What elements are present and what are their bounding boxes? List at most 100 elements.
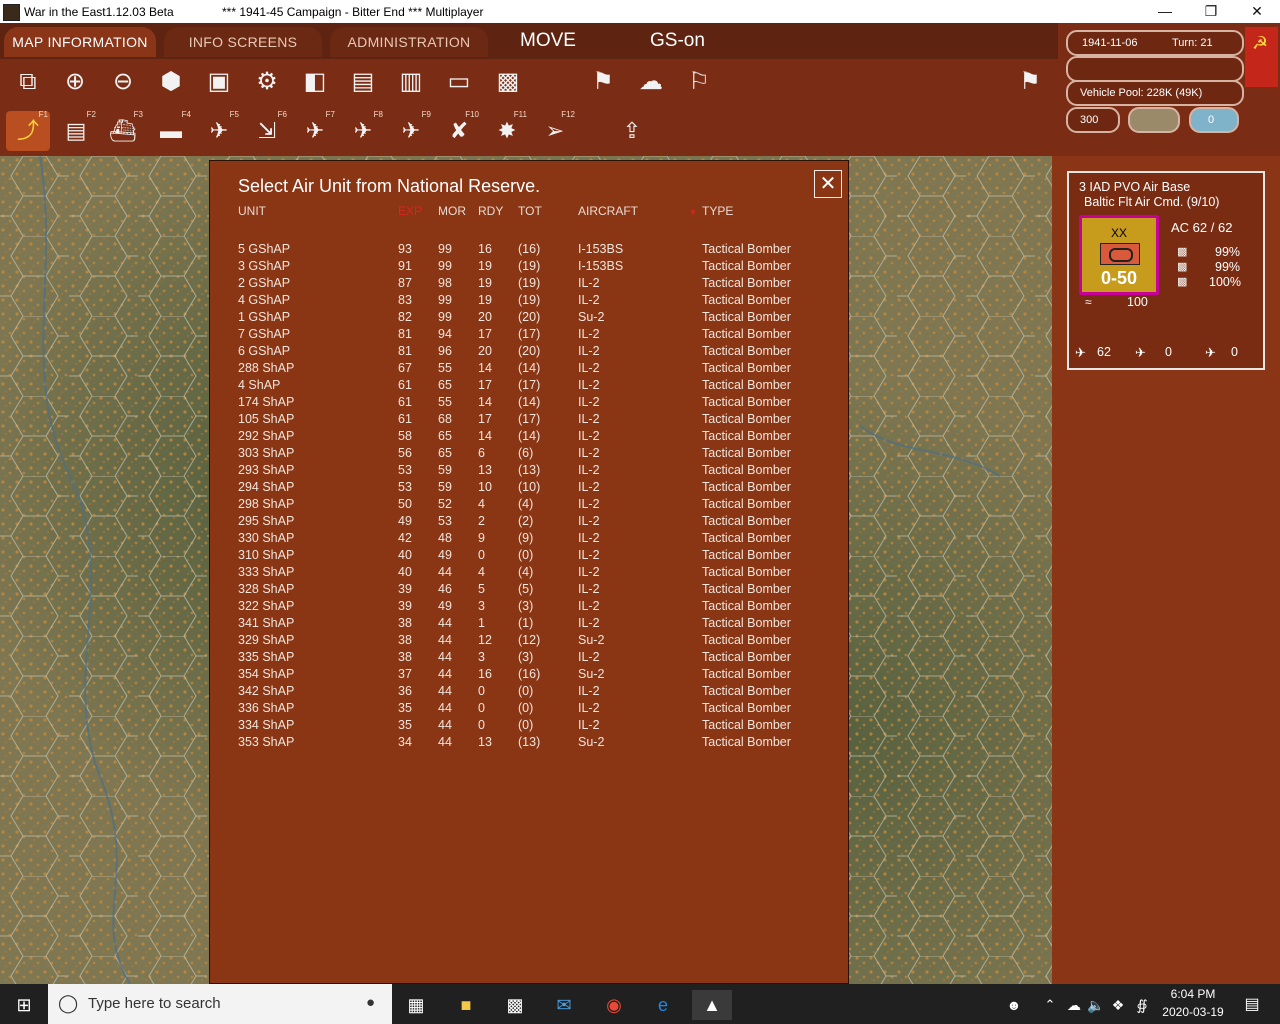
table-row[interactable]: 298 ShAP 50 52 4 (4) IL-2 Tactical Bomber <box>210 497 848 514</box>
wifi-icon[interactable]: ∯ <box>1122 990 1162 1020</box>
app-icon <box>3 4 20 21</box>
store-icon[interactable]: ▩ <box>495 990 535 1020</box>
f3-button[interactable]: ⛴ F3 <box>101 110 145 151</box>
table-row[interactable]: 1 GShAP 82 99 20 (20) Su-2 Tactical Bomber <box>210 310 848 327</box>
f2-button[interactable]: ▤ F2 <box>54 110 98 151</box>
notifications-icon[interactable]: ▤ <box>1232 990 1272 1020</box>
table-row[interactable]: 2 GShAP 87 98 19 (19) IL-2 Tactical Bomber <box>210 276 848 293</box>
tab-administration[interactable]: ADMINISTRATION <box>330 27 488 57</box>
game-taskbar-icon[interactable]: ▲ <box>692 990 732 1020</box>
f5-button[interactable]: ✈ F5 <box>197 110 241 151</box>
table-row[interactable]: 330 ShAP 42 48 9 (9) IL-2 Tactical Bomber <box>210 531 848 548</box>
table-row[interactable]: 334 ShAP 35 44 0 (0) IL-2 Tactical Bomber <box>210 718 848 735</box>
table-row[interactable]: 328 ShAP 39 46 5 (5) IL-2 Tactical Bomber <box>210 582 848 599</box>
counter-display[interactable]: 0 <box>1189 107 1239 133</box>
table-row[interactable]: 4 ShAP 61 65 17 (17) IL-2 Tactical Bomber <box>210 378 848 395</box>
f7-button[interactable]: ✈ F7 <box>293 110 337 151</box>
table-row[interactable]: 105 ShAP 61 68 17 (17) IL-2 Tactical Bomber <box>210 412 848 429</box>
file-explorer-icon[interactable]: ■ <box>446 990 486 1020</box>
terrain-thumbnail[interactable] <box>1128 107 1180 133</box>
f8-key: F8 <box>373 110 383 119</box>
table-row[interactable]: 292 ShAP 58 65 14 (14) IL-2 Tactical Bomber <box>210 429 848 446</box>
f12-button[interactable]: ➢ F12 <box>533 110 577 151</box>
table-row[interactable]: 295 ShAP 49 53 2 (2) IL-2 Tactical Bomber <box>210 514 848 531</box>
f11-button[interactable]: ✸ F11 <box>485 110 529 151</box>
table-row[interactable]: 329 ShAP 38 44 12 (12) Su-2 Tactical Bomber <box>210 633 848 650</box>
table-row[interactable]: 353 ShAP 34 44 13 (13) Su-2 Tactical Bomber <box>210 735 848 752</box>
col-header-mor[interactable]: MOR <box>438 204 466 218</box>
f8-button[interactable]: ✈ F8 <box>341 110 385 151</box>
table-row[interactable]: 288 ShAP 67 55 14 (14) IL-2 Tactical Bomber <box>210 361 848 378</box>
f10-button[interactable]: ✘ F10 <box>437 110 481 151</box>
microphone-icon[interactable]: ● <box>366 994 375 1011</box>
col-header-aircraft[interactable]: AIRCRAFT <box>578 204 638 218</box>
table-row[interactable]: 342 ShAP 36 44 0 (0) IL-2 Tactical Bomber <box>210 684 848 701</box>
col-header-type[interactable]: TYPE <box>702 204 733 218</box>
pennant-icon[interactable]: ⚐ <box>679 63 719 101</box>
table-row[interactable]: 7 GShAP 81 94 17 (17) IL-2 Tactical Bomber <box>210 327 848 344</box>
table-row[interactable]: 4 GShAP 83 99 19 (19) IL-2 Tactical Bomber <box>210 293 848 310</box>
table-row[interactable]: 322 ShAP 39 49 3 (3) IL-2 Tactical Bomber <box>210 599 848 616</box>
table-row[interactable]: 294 ShAP 53 59 10 (10) IL-2 Tactical Bomber <box>210 480 848 497</box>
table-row[interactable]: 341 ShAP 38 44 1 (1) IL-2 Tactical Bomber <box>210 616 848 633</box>
display-icon[interactable]: ▤ <box>343 63 383 101</box>
end-turn-flags-icon[interactable]: ⚑ <box>1010 63 1050 101</box>
zoom-in-icon[interactable]: ⊕ <box>55 63 95 101</box>
row-aircraft: IL-2 <box>578 293 600 307</box>
row-type: Tactical Bomber <box>702 463 791 477</box>
task-view-icon[interactable]: ▦ <box>396 990 436 1020</box>
tab-map-information[interactable]: MAP INFORMATION <box>4 27 156 57</box>
frame-icon[interactable]: ▣ <box>199 63 239 101</box>
col-header-tot[interactable]: TOT <box>518 204 542 218</box>
table-row[interactable]: 336 ShAP 35 44 0 (0) IL-2 Tactical Bomber <box>210 701 848 718</box>
minimize-icon[interactable]: — <box>1142 0 1188 23</box>
unit-counter[interactable]: XX 0-50 <box>1079 215 1159 295</box>
hexes-icon[interactable]: ⬢ <box>151 63 191 101</box>
table-row[interactable]: 293 ShAP 53 59 13 (13) IL-2 Tactical Bomber <box>210 463 848 480</box>
row-tot: (13) <box>518 463 541 477</box>
people-icon[interactable]: ☻ <box>994 990 1034 1020</box>
table-row[interactable]: 5 GShAP 93 99 16 (16) I-153BS Tactical Bomber <box>210 242 848 259</box>
edge-icon[interactable]: e <box>643 990 683 1020</box>
f6-button[interactable]: ⇲ F6 <box>245 110 289 151</box>
table-row[interactable]: 303 ShAP 56 65 6 (6) IL-2 Tactical Bomber <box>210 446 848 463</box>
row-type: Tactical Bomber <box>702 429 791 443</box>
zoom-out-icon[interactable]: ⊖ <box>103 63 143 101</box>
table-row[interactable]: 333 ShAP 40 44 4 (4) IL-2 Tactical Bomber <box>210 565 848 582</box>
col-header-unit[interactable]: UNIT <box>238 204 266 218</box>
row-unit: 4 ShAP <box>238 378 281 392</box>
table-row[interactable]: 310 ShAP 40 49 0 (0) IL-2 Tactical Bomber <box>210 548 848 565</box>
rectangle-icon[interactable]: ▭ <box>439 63 479 101</box>
windows-icon[interactable]: ⧉ <box>8 63 48 101</box>
table-row[interactable]: 174 ShAP 61 55 14 (14) IL-2 Tactical Bomber <box>210 395 848 412</box>
clock-time[interactable]: 6:04 PM <box>1160 987 1226 1001</box>
f9-button[interactable]: ✈ F9 <box>389 110 433 151</box>
start-icon[interactable]: ⊞ <box>4 990 44 1020</box>
factory-icon[interactable]: ▥ <box>391 63 431 101</box>
row-mor: 99 <box>438 293 452 307</box>
gear-icon[interactable]: ⚙ <box>247 63 287 101</box>
f4-button[interactable]: ▬ F4 <box>149 110 193 151</box>
f1-button[interactable]: ⤴ F1 <box>6 110 50 151</box>
table-row[interactable]: 335 ShAP 38 44 3 (3) IL-2 Tactical Bomber <box>210 650 848 667</box>
table-row[interactable]: 3 GShAP 91 99 19 (19) I-153BS Tactical Bomber <box>210 259 848 276</box>
weather-icon[interactable]: ☁ <box>631 63 671 101</box>
close-dialog-icon[interactable]: ✕ <box>814 170 842 198</box>
col-header-exp[interactable]: EXP <box>398 204 422 218</box>
restore-icon[interactable]: ❐ <box>1188 0 1234 23</box>
taskbar-search[interactable]: ◯ Type here to search ● <box>48 984 392 1024</box>
table-row[interactable]: 354 ShAP 37 44 16 (16) Su-2 Tactical Bomber <box>210 667 848 684</box>
close-window-icon[interactable]: ✕ <box>1234 0 1280 23</box>
unit-icon[interactable]: ◧ <box>295 63 335 101</box>
move-mode-label[interactable]: MOVE <box>520 30 576 52</box>
upload-icon[interactable]: ⇪ <box>610 111 654 151</box>
chrome-icon[interactable]: ◉ <box>594 990 634 1020</box>
gs-mode-label[interactable]: GS-on <box>650 30 705 52</box>
tab-info-screens[interactable]: INFO SCREENS <box>164 27 322 57</box>
clock-date[interactable]: 2020-03-19 <box>1160 1005 1226 1019</box>
mail-icon[interactable]: ✉ <box>544 990 584 1020</box>
col-header-rdy[interactable]: RDY <box>478 204 503 218</box>
overlay-icon[interactable]: ▩ <box>488 63 528 101</box>
table-row[interactable]: 6 GShAP 81 96 20 (20) IL-2 Tactical Bomber <box>210 344 848 361</box>
flag-icon[interactable]: ⚑ <box>583 63 623 101</box>
